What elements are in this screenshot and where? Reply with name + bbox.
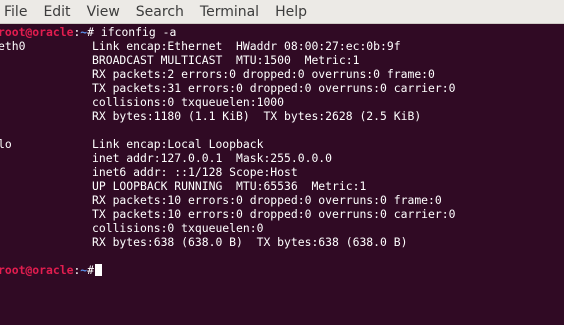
interface-detail: Link encap:Local Loopback: [92, 137, 264, 151]
interface-detail: collisions:0 txqueuelen:0: [92, 221, 264, 235]
menu-search[interactable]: Search: [130, 4, 184, 20]
interface-detail: RX packets:2 errors:0 dropped:0 overruns…: [92, 67, 435, 81]
menu-file[interactable]: File: [0, 4, 27, 20]
output-line: RX packets:10 errors:0 dropped:0 overrun…: [0, 193, 442, 208]
interface-detail: RX packets:10 errors:0 dropped:0 overrun…: [92, 193, 442, 207]
output-line: collisions:0 txqueuelen:0: [0, 221, 264, 236]
interface-name: eth0: [0, 39, 26, 53]
interface-detail: TX packets:31 errors:0 dropped:0 overrun…: [92, 81, 456, 95]
interface-detail: UP LOOPBACK RUNNING MTU:65536 Metric:1: [92, 179, 367, 193]
menu-bar: File Edit View Search Terminal Help: [0, 0, 564, 24]
menu-terminal[interactable]: Terminal: [194, 4, 259, 20]
interface-detail: RX bytes:1180 (1.1 KiB) TX bytes:2628 (2…: [92, 109, 422, 123]
prompt-line: root@oracle:~#: [0, 263, 103, 278]
interface-detail: Link encap:Ethernet HWaddr 08:00:27:ec:0…: [92, 39, 401, 53]
menu-edit[interactable]: Edit: [37, 4, 70, 20]
prompt-symbol: #: [87, 263, 95, 277]
menu-view[interactable]: View: [81, 4, 120, 20]
terminal-window: File Edit View Search Terminal Help root…: [0, 0, 564, 325]
interface-detail: inet addr:127.0.0.1 Mask:255.0.0.0: [92, 151, 333, 165]
output-line: UP LOOPBACK RUNNING MTU:65536 Metric:1: [0, 179, 367, 194]
terminal-output[interactable]: root@oracle:~# ifconfig -a eth0 Link enca…: [0, 24, 564, 325]
output-line: TX packets:10 errors:0 dropped:0 overrun…: [0, 207, 456, 222]
output-line: inet6 addr: ::1/128 Scope:Host: [0, 165, 298, 180]
prompt-user-host: root@oracle: [0, 263, 74, 277]
interface-detail: RX bytes:638 (638.0 B) TX bytes:638 (638…: [92, 235, 408, 249]
menu-help[interactable]: Help: [269, 4, 307, 20]
interface-detail: TX packets:10 errors:0 dropped:0 overrun…: [92, 207, 456, 221]
output-line: lo Link encap:Local Loopback: [0, 137, 264, 152]
prompt-user-host: root@oracle: [0, 25, 74, 39]
interface-name: lo: [0, 137, 12, 151]
interface-detail: BROADCAST MULTICAST MTU:1500 Metric:1: [92, 53, 360, 67]
interface-detail: inet6 addr: ::1/128 Scope:Host: [92, 165, 298, 179]
text-cursor: [95, 264, 103, 276]
interface-detail: collisions:0 txqueuelen:1000: [92, 95, 285, 109]
output-line: RX bytes:638 (638.0 B) TX bytes:638 (638…: [0, 235, 408, 250]
output-line: inet addr:127.0.0.1 Mask:255.0.0.0: [0, 151, 333, 166]
command-text: ifconfig -a: [94, 25, 177, 39]
prompt-symbol: #: [87, 25, 95, 39]
prompt-line: root@oracle:~# ifconfig -a: [0, 25, 177, 40]
output-line: eth0 Link encap:Ethernet HWaddr 08:00:27:…: [0, 39, 401, 54]
output-line: TX packets:31 errors:0 dropped:0 overrun…: [0, 81, 456, 96]
output-line: RX bytes:1180 (1.1 KiB) TX bytes:2628 (2…: [0, 109, 422, 124]
output-line: collisions:0 txqueuelen:1000: [0, 95, 285, 110]
output-line: BROADCAST MULTICAST MTU:1500 Metric:1: [0, 53, 360, 68]
output-line: RX packets:2 errors:0 dropped:0 overruns…: [0, 67, 435, 82]
